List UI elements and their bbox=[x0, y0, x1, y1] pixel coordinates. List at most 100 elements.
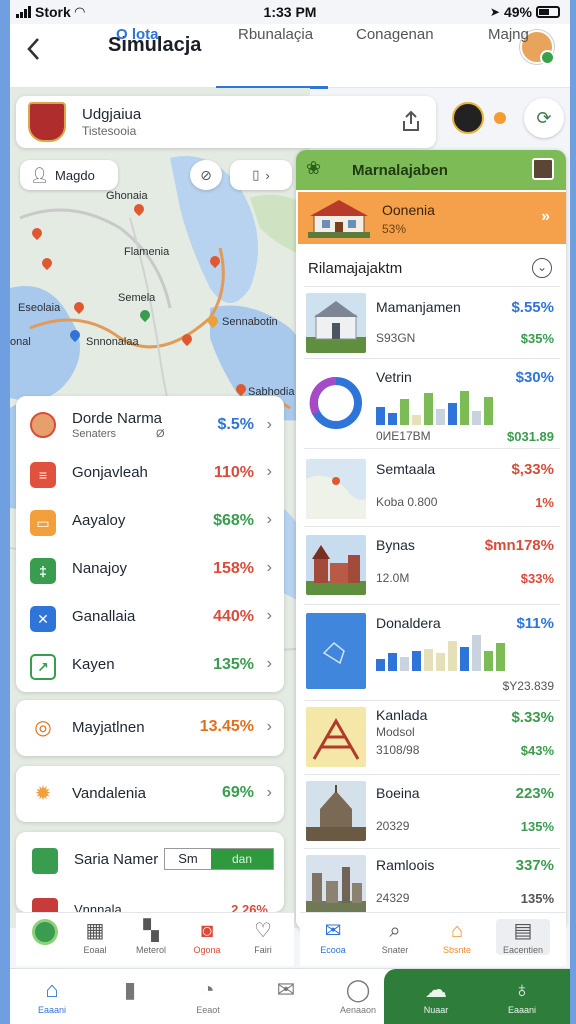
castle-thumbnail bbox=[306, 535, 366, 595]
toolbar-label: Snater bbox=[381, 945, 409, 955]
toolbar-search-button[interactable]: ⌕ Snater bbox=[368, 919, 422, 955]
nav-profile[interactable]: ◯ Aenaaon bbox=[328, 977, 388, 1015]
panel-avatar[interactable] bbox=[532, 158, 554, 180]
chevron-right-icon: › bbox=[265, 167, 270, 183]
result-item[interactable]: Bynas 12.0M $mn178% $33% bbox=[304, 526, 560, 604]
list-item[interactable]: Dorde Narma Senaters Ø $.5% › bbox=[16, 400, 284, 448]
nav-bookmark[interactable]: ▮ bbox=[100, 977, 160, 1003]
bar bbox=[448, 641, 457, 671]
list-item-sub: Senaters bbox=[72, 428, 117, 440]
tab-olota[interactable]: O lota bbox=[116, 26, 159, 43]
toolbar-camera-button[interactable]: ◙ Ogona bbox=[180, 919, 234, 955]
toolbar-building-button[interactable]: ▦ Eoaal bbox=[68, 919, 122, 955]
result-item[interactable]: Semtaala Koba 0.800 $,33% 1% bbox=[304, 448, 560, 526]
chevron-right-icon: › bbox=[266, 655, 272, 672]
panel-title: Marnalajaben bbox=[352, 162, 448, 179]
avatar-icon bbox=[30, 412, 56, 438]
featured-name: Oonenia bbox=[382, 202, 435, 218]
location-card[interactable]: Udgjaiua Tistesooia bbox=[16, 96, 436, 148]
result-item[interactable]: Boeina 20329 223% 135% bbox=[304, 774, 560, 848]
nav-messages[interactable]: ✉ bbox=[256, 977, 316, 1003]
list-item-name: Kayen bbox=[72, 656, 115, 673]
map-icon: ▚ bbox=[143, 920, 159, 942]
scan-card-name: Saria Namer bbox=[74, 851, 159, 868]
tower-thumbnail bbox=[306, 707, 366, 767]
camera-icon: ◙ bbox=[200, 920, 214, 942]
bar bbox=[412, 415, 421, 425]
bell-icon: ◔ bbox=[201, 977, 215, 1002]
nav-label: Eaaani bbox=[507, 1005, 537, 1015]
bar bbox=[472, 635, 481, 671]
scan-field-left: Sm bbox=[178, 851, 198, 866]
toolbar-map-button[interactable]: ▚ Meterol bbox=[124, 919, 178, 955]
scan-field[interactable]: Sm dan bbox=[164, 848, 274, 870]
toolbar-home-button[interactable]: ⌂ Sbsnte bbox=[430, 919, 484, 955]
toolbar-label: Fairi bbox=[254, 945, 272, 955]
result-value: $mn178% bbox=[484, 537, 554, 554]
sync-button[interactable]: ⟳ bbox=[524, 98, 564, 138]
toolbar-grid-button[interactable]: ▤ Eacentien bbox=[496, 919, 550, 955]
result-item[interactable]: Donaldera $11% $Y23.839 bbox=[304, 604, 560, 700]
tab-rbunalacia[interactable]: Rbunalaçia bbox=[238, 26, 313, 43]
toolbar-people-button[interactable]: ♡ Fairi bbox=[236, 919, 290, 955]
building-icon: ▦ bbox=[85, 920, 105, 942]
cloud-icon: ☁ bbox=[425, 977, 447, 1002]
list-item[interactable]: ✕ Ganallaia 440% › bbox=[16, 594, 284, 642]
result-item[interactable]: Ramloois 24329 337% 135% bbox=[304, 848, 560, 918]
featured-item[interactable]: Oonenia 53% » bbox=[298, 192, 566, 244]
tab-majng[interactable]: Majng bbox=[488, 26, 529, 43]
result-name: Vetrin bbox=[376, 369, 412, 385]
sun-icon: ✹ bbox=[34, 783, 52, 805]
layer-button[interactable]: ▯ › bbox=[230, 160, 292, 190]
toolbar-leaf-button[interactable] bbox=[18, 919, 72, 945]
list-item[interactable]: ‡ Nanajoy 158% › bbox=[16, 546, 284, 594]
spiral-icon: ◎ bbox=[34, 717, 52, 739]
nav-notifications[interactable]: ◔ Eeaot bbox=[178, 977, 238, 1015]
result-sub2: 3108/98 bbox=[376, 743, 420, 757]
result-value: $,33% bbox=[511, 461, 554, 478]
results-panel: ❀ Marnalajaben Oonenia 53% » Rilamajajak… bbox=[296, 150, 566, 930]
toolbar-label: Ogona bbox=[193, 945, 221, 955]
tab-conagenan[interactable]: Conagenan bbox=[356, 26, 434, 43]
lock-icon: ▯ bbox=[252, 167, 260, 182]
chevron-double-right-icon: » bbox=[541, 208, 550, 225]
bar bbox=[400, 399, 409, 425]
share-button[interactable] bbox=[400, 110, 422, 138]
map-label-ghonaia: Ghonaia bbox=[106, 190, 148, 202]
nav-ideas[interactable]: ♁ Eaaani bbox=[492, 977, 552, 1015]
list-item[interactable]: ▭ Aayaloy $68% › bbox=[16, 498, 284, 546]
list-item-value: 135% bbox=[213, 656, 254, 673]
back-button[interactable] bbox=[24, 36, 48, 64]
list-item[interactable]: ≡ Gonjavleah 110% › bbox=[16, 450, 284, 498]
toolbar-mail-button[interactable]: ✉ Ecooa bbox=[306, 919, 360, 955]
result-name: Mamanjamen bbox=[376, 299, 461, 315]
profile-avatar[interactable] bbox=[452, 102, 484, 134]
scan-card[interactable]: Saria Namer Sm dan Vnnnala 2.26% bbox=[16, 832, 284, 912]
result-item[interactable]: Vetrin 0ИЕ17ВМ $30% $031.89 bbox=[304, 358, 560, 448]
nav-home[interactable]: ⌂ Eaaani bbox=[22, 977, 82, 1015]
result-item[interactable]: Kanlada Modsol 3108/98 $.33% $43% bbox=[304, 700, 560, 774]
nav-cloud[interactable]: ☁ Nuaar bbox=[406, 977, 466, 1015]
list-item-sub2: Ø bbox=[156, 428, 165, 440]
donut-chart-icon bbox=[309, 376, 362, 429]
map-filter-button[interactable]: 👤︎ Magdo bbox=[20, 160, 118, 190]
close-square-icon: ✕ bbox=[30, 606, 56, 632]
bar bbox=[460, 391, 469, 425]
map-label-sennabotin: Sennabotin bbox=[222, 316, 278, 328]
nav-label: Eaaani bbox=[37, 1005, 67, 1015]
summary-card[interactable]: ◎ Mayjatlnen 13.45% › bbox=[16, 700, 284, 756]
toolbar-label: Sbsnte bbox=[442, 945, 472, 955]
chevron-left-icon bbox=[27, 38, 39, 60]
map-filter-label: Magdo bbox=[55, 167, 95, 183]
chevron-right-icon: › bbox=[266, 607, 272, 624]
bottom-nav: ⌂ Eaaani ▮ ◔ Eeaot ✉ ◯ Aenaaon ☁ Nuaar ♁… bbox=[10, 968, 570, 1024]
summary-card[interactable]: ✹ Vandalenia 69% › bbox=[16, 766, 284, 822]
map-label-eseolaia: Eseolaia bbox=[18, 302, 61, 314]
result-item[interactable]: Mamanjamen S93GN $.55% $35% bbox=[304, 286, 560, 358]
list-item[interactable]: ↗ Kayen 135% › bbox=[16, 642, 284, 690]
left-toolbar: ▦ Eoaal ▚ Meterol ◙ Ogona ♡ Fairi bbox=[16, 912, 294, 966]
home-icon: ⌂ bbox=[45, 977, 59, 1002]
chevron-down-icon[interactable]: ⌄ bbox=[532, 258, 552, 278]
search-icon: ⌕ bbox=[389, 920, 401, 942]
compass-button[interactable]: ⊘ bbox=[190, 160, 222, 190]
